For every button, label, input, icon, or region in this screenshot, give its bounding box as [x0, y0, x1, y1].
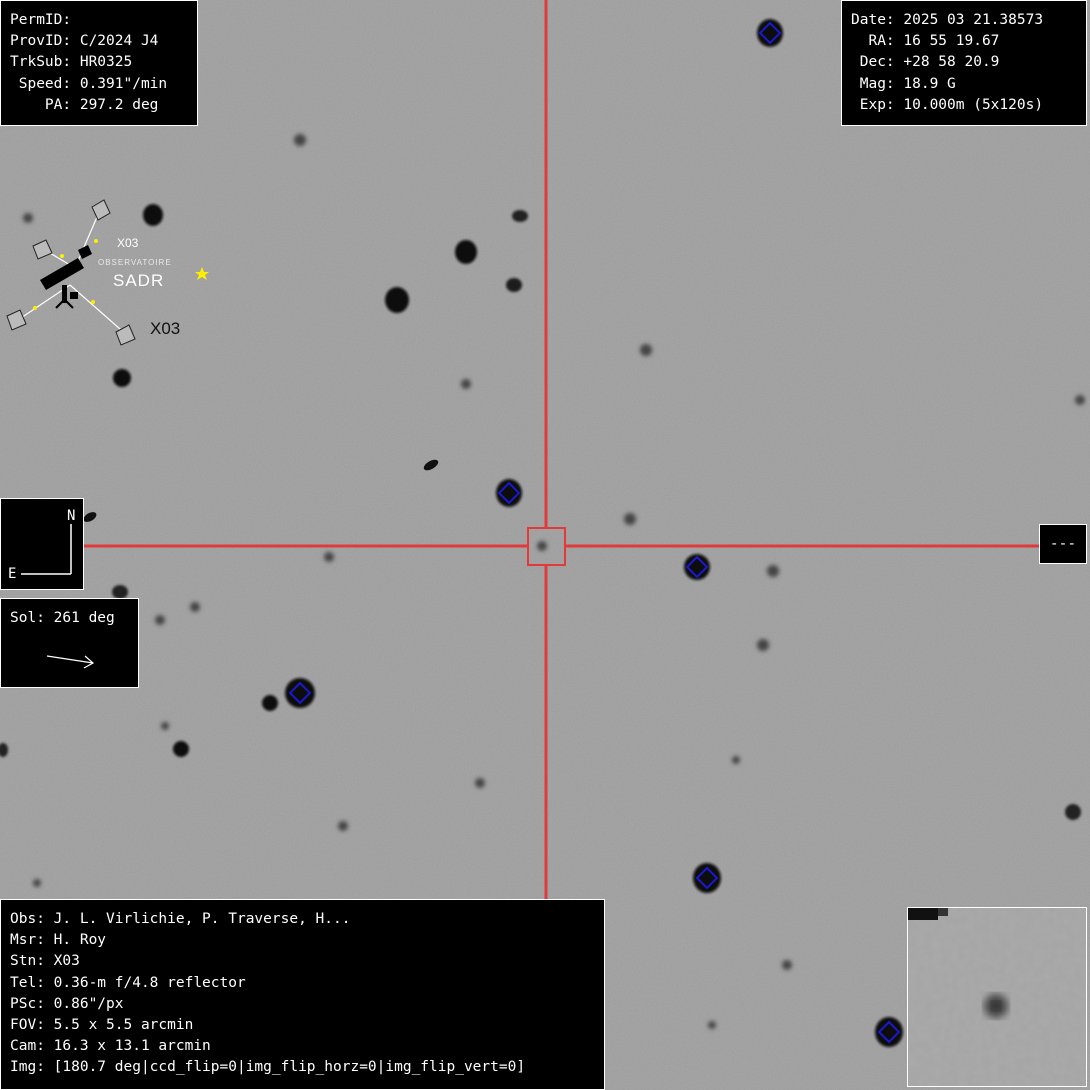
- star: [455, 240, 477, 264]
- prov-id: ProvID: C/2024 J4: [10, 33, 159, 50]
- declination: Dec: +28 58 20.9: [851, 54, 1000, 71]
- speed: Speed: 0.391"/min: [10, 75, 168, 92]
- right-ascension: RA: 16 55 19.67: [851, 33, 1000, 50]
- star: [506, 278, 522, 292]
- exposure: Exp: 10.000m (5x120s): [851, 96, 1044, 113]
- observation-info-panel: Date: 2025 03 21.38573 RA: 16 55 19.67 D…: [841, 0, 1087, 126]
- date: Date: 2025 03 21.38573: [851, 12, 1044, 28]
- telescope: Tel: 0.36-m f/4.8 reflector: [10, 974, 246, 991]
- pixel-scale: PSc: 0.86"/px: [10, 995, 124, 1012]
- offscale-indicator: ---: [1039, 524, 1087, 564]
- star: [512, 210, 528, 222]
- observers: Obs: J. L. Virlichie, P. Traverse, H...: [10, 911, 351, 927]
- observer-info-panel: Obs: J. L. Virlichie, P. Traverse, H... …: [0, 899, 605, 1090]
- camera: Cam: 16.3 x 13.1 arcmin: [10, 1038, 211, 1055]
- compass-east: E: [8, 566, 17, 582]
- magnitude: Mag: 18.9 G: [851, 75, 956, 92]
- star: [143, 204, 163, 226]
- station: Stn: X03: [10, 953, 80, 970]
- position-angle: PA: 297.2 deg: [10, 96, 159, 113]
- star: [112, 585, 128, 599]
- station-code-large: X03: [150, 319, 181, 338]
- star: [173, 741, 189, 757]
- station-code-small: X03: [117, 236, 139, 250]
- observatory-name: SADR: [113, 271, 165, 290]
- target-zoom-inset: [907, 907, 1087, 1087]
- sun-direction-panel: Sol: 261 deg: [0, 598, 139, 688]
- star: [262, 695, 278, 711]
- field-of-view: FOV: 5.5 x 5.5 arcmin: [10, 1017, 194, 1034]
- compass-panel: N E: [0, 498, 84, 590]
- star: [1065, 804, 1081, 820]
- arrow-right-icon: [46, 655, 95, 669]
- sol-angle: Sol: 261 deg: [10, 610, 115, 626]
- measurer: Msr: H. Roy: [10, 932, 107, 949]
- observatory-subtitle: OBSERVATOIRE: [98, 258, 172, 267]
- star: [385, 287, 409, 313]
- object-info-panel: PermID: ProvID: C/2024 J4 TrkSub: HR0325…: [0, 0, 198, 126]
- compass-north: N: [67, 508, 76, 524]
- offscale-label: ---: [1049, 536, 1077, 552]
- image-settings: Img: [180.7 deg|ccd_flip=0|img_flip_horz…: [10, 1059, 526, 1076]
- star: [113, 369, 131, 387]
- perm-id: PermID:: [10, 12, 72, 28]
- trk-sub: TrkSub: HR0325: [10, 54, 133, 71]
